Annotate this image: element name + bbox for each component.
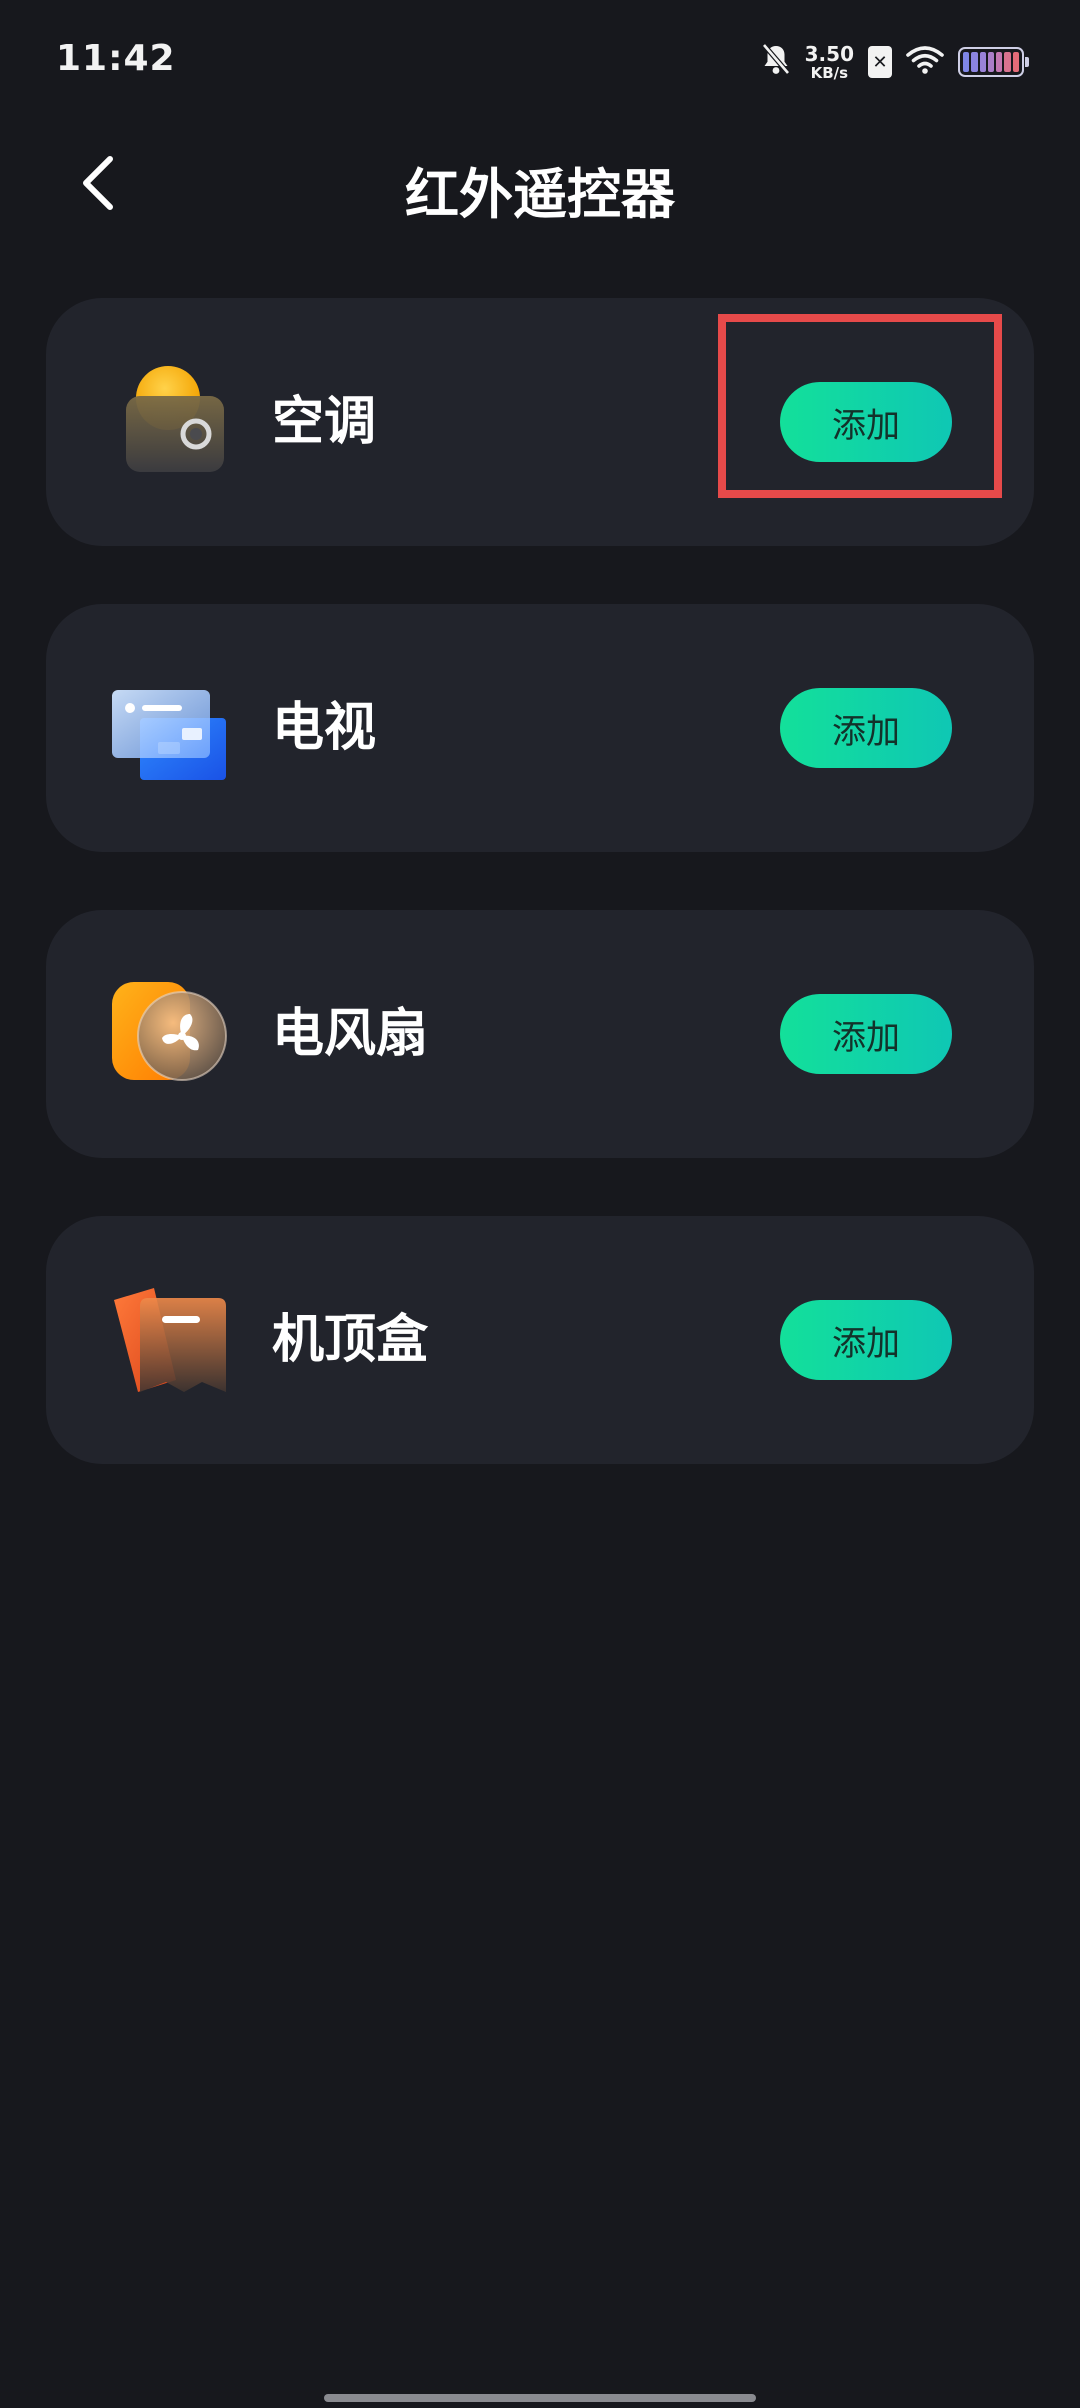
status-time: 11:42 — [56, 38, 176, 79]
network-speed-unit: KB/s — [810, 63, 849, 82]
add-button-set-top-box[interactable]: 添加 — [780, 1300, 952, 1380]
highlight-box — [718, 314, 1002, 498]
add-button-electric-fan[interactable]: 添加 — [780, 994, 952, 1074]
status-icons: 3.50 KB/s ✕ — [761, 40, 1029, 84]
electric-fan-icon — [110, 974, 230, 1094]
status-bar: 11:42 3.50 KB/s ✕ — [0, 0, 1080, 130]
page-title: 红外遥控器 — [405, 163, 675, 226]
network-speed-value: 3.50 — [804, 41, 854, 66]
home-indicator[interactable] — [324, 2394, 756, 2402]
set-top-box-icon — [110, 1280, 230, 1400]
add-button-tv[interactable]: 添加 — [780, 688, 952, 768]
device-label: 空调 — [272, 392, 377, 452]
device-card-electric-fan: 电风扇 添加 — [46, 910, 1034, 1158]
air-conditioner-icon — [110, 362, 230, 482]
device-label: 电风扇 — [272, 1004, 429, 1064]
sim-disabled-icon: ✕ — [868, 46, 892, 78]
device-label: 电视 — [272, 698, 377, 758]
bell-off-icon — [761, 43, 791, 81]
wifi-icon — [906, 45, 944, 79]
device-card-tv: 电视 添加 — [46, 604, 1034, 852]
battery-icon — [958, 47, 1029, 77]
tv-icon — [110, 668, 230, 788]
network-speed: 3.50 KB/s — [805, 44, 854, 81]
screen: 11:42 3.50 KB/s ✕ 红外遥控器 空调 添加 电视 添加 电风扇 … — [0, 0, 1080, 2408]
device-label: 机顶盒 — [272, 1310, 429, 1370]
device-card-set-top-box: 机顶盒 添加 — [46, 1216, 1034, 1464]
